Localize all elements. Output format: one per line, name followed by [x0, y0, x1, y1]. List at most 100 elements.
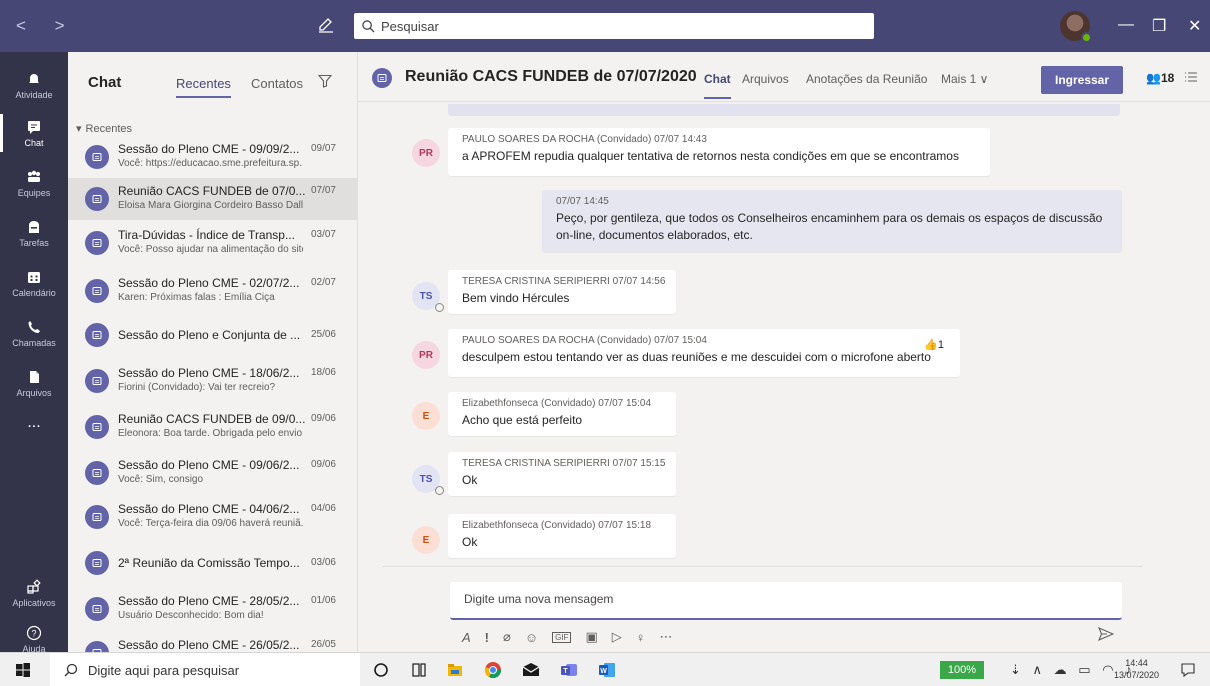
- history-nav[interactable]: < >: [16, 16, 77, 36]
- svg-text:W: W: [600, 668, 607, 675]
- chat-icon: [28, 120, 40, 134]
- meet-now-icon[interactable]: ▷: [612, 629, 622, 645]
- message-meta: TERESA CRISTINA SERIPIERRI 07/07 15:15: [462, 458, 666, 469]
- message-input[interactable]: [464, 592, 1084, 606]
- message[interactable]: PAULO SOARES DA ROCHA (Convidado) 07/07 …: [448, 329, 960, 377]
- appbar-label: Chamadas: [12, 337, 56, 348]
- zoom-indicator[interactable]: 100%: [940, 661, 984, 679]
- message-composer[interactable]: [450, 582, 1122, 620]
- message[interactable]: TERESA CRISTINA SERIPIERRI 07/07 15:15 O…: [448, 452, 676, 496]
- notifications-icon[interactable]: [1180, 662, 1196, 678]
- bell-icon: [29, 73, 39, 84]
- chat-list-item[interactable]: Reunião CACS FUNDEB de 09/0... 09/06 Eleon…: [68, 406, 358, 448]
- avatar[interactable]: TS: [412, 282, 444, 312]
- mail-icon[interactable]: [522, 661, 540, 679]
- maximize-icon[interactable]: ❐: [1152, 16, 1166, 36]
- user-avatar[interactable]: [1060, 11, 1092, 43]
- chat-list-item[interactable]: Sessão do Pleno CME - 28/05/2... 01/06 Usu…: [68, 588, 358, 630]
- chat-list-item[interactable]: Sessão do Pleno CME - 04/06/2... 04/06 Voc…: [68, 496, 358, 538]
- join-button[interactable]: Ingressar: [1041, 66, 1123, 94]
- chat-list-item[interactable]: 2ª Reunião da Comissão Tempo... 03/06: [68, 542, 358, 584]
- appbar-item-more[interactable]: ...: [0, 398, 68, 448]
- avatar[interactable]: PR: [412, 139, 440, 167]
- search-box[interactable]: Pesquisar: [354, 13, 874, 39]
- windows-start-icon[interactable]: [14, 661, 32, 679]
- appbar-item-calendar[interactable]: Calendário: [0, 258, 68, 308]
- chat-item-title: Sessão do Pleno CME - 09/06/2...: [118, 458, 300, 472]
- appbar-item-activity[interactable]: Atividade: [0, 60, 68, 110]
- participants-button[interactable]: 👥18: [1146, 71, 1174, 85]
- gif-icon[interactable]: GIF: [552, 631, 572, 643]
- chevron-up-icon: ∧: [1032, 662, 1047, 677]
- chat-item-date: 26/05: [310, 639, 336, 650]
- avatar[interactable]: E: [412, 526, 440, 554]
- message[interactable]: TERESA CRISTINA SERIPIERRI 07/07 14:56 B…: [448, 270, 676, 314]
- tab-more[interactable]: Mais 1 ∨: [941, 72, 988, 86]
- praise-icon[interactable]: ♀: [636, 630, 646, 645]
- sticker-icon[interactable]: ▣: [585, 629, 597, 645]
- chat-list-item[interactable]: Sessão do Pleno CME - 09/06/2... 09/06 Voc…: [68, 452, 358, 494]
- cortana-icon[interactable]: [372, 661, 390, 679]
- appbar-label: Atividade: [15, 89, 53, 100]
- tab-meeting-notes[interactable]: Anotações da Reunião: [806, 72, 927, 86]
- send-icon[interactable]: [1098, 627, 1114, 641]
- task-view-icon[interactable]: [410, 661, 428, 679]
- teams-icon: [28, 170, 40, 182]
- filter-icon[interactable]: [318, 74, 332, 88]
- chat-list-pane: Chat Recentes Contatos ▾ Recentes Sessão …: [68, 52, 358, 665]
- conversation-title: Reunião CACS FUNDEB de 07/07/2020: [405, 68, 697, 85]
- chat-list-item[interactable]: Sessão do Pleno CME - 02/07/2... 02/07 Kar…: [68, 270, 358, 312]
- chat-item-title: Sessão do Pleno CME - 09/09/2...: [118, 142, 300, 156]
- away-status-icon: [435, 486, 444, 495]
- away-status-icon: [435, 303, 444, 312]
- tab-recent[interactable]: Recentes: [176, 76, 231, 98]
- own-message[interactable]: 07/07 14:45 Peço, por gentileza, que tod…: [542, 190, 1122, 252]
- more-options-icon[interactable]: ⋯: [660, 629, 673, 645]
- appbar-item-tasks[interactable]: Tarefas: [0, 208, 68, 258]
- attach-icon[interactable]: ⌀: [503, 629, 511, 645]
- list-icon[interactable]: [1184, 71, 1198, 83]
- chat-list-item[interactable]: Sessão do Pleno e Conjunta de ... 25/06: [68, 314, 358, 356]
- chrome-icon[interactable]: [484, 661, 502, 679]
- calendar-icon: [28, 271, 40, 283]
- message[interactable]: PAULO SOARES DA ROCHA (Convidado) 07/07 …: [448, 128, 990, 176]
- taskbar-search[interactable]: Digite aqui para pesquisar: [50, 653, 360, 686]
- message[interactable]: Elizabethfonseca (Convidado) 07/07 15:18…: [448, 514, 676, 558]
- avatar[interactable]: PR: [412, 341, 440, 369]
- appbar-label: Calendário: [12, 287, 56, 298]
- close-icon[interactable]: ✕: [1188, 16, 1201, 36]
- tab-chat[interactable]: Chat: [704, 72, 731, 99]
- message-text: Bem vindo Hércules: [462, 291, 570, 305]
- format-icon[interactable]: A: [462, 630, 471, 645]
- teams-taskbar-icon[interactable]: T: [560, 661, 578, 679]
- new-chat-icon[interactable]: [316, 15, 336, 35]
- message-meta: Elizabethfonseca (Convidado) 07/07 15:04: [462, 398, 652, 409]
- avatar[interactable]: TS: [412, 465, 444, 495]
- chat-list-item[interactable]: Reunião CACS FUNDEB de 07/0... 07/07 Elois…: [68, 178, 358, 220]
- chat-list-item[interactable]: Tira-Dúvidas - Índice de Transp... 03/07 V…: [68, 222, 358, 264]
- minimize-icon[interactable]: —: [1118, 16, 1134, 34]
- emoji-icon[interactable]: ☺: [525, 630, 538, 645]
- taskbar-clock[interactable]: 14:44 13/07/2020: [1114, 657, 1159, 681]
- like-reaction[interactable]: 👍1: [924, 338, 944, 351]
- important-icon[interactable]: !: [485, 630, 489, 645]
- section-recent[interactable]: ▾ Recentes: [76, 122, 132, 135]
- chat-list-item[interactable]: Sessão do Pleno CME - 09/09/2... 09/07 Voc…: [68, 136, 358, 178]
- appbar-item-chat[interactable]: Chat: [0, 108, 68, 158]
- message-meta: PAULO SOARES DA ROCHA (Convidado) 07/07 …: [462, 335, 707, 346]
- tab-contacts[interactable]: Contatos: [251, 76, 303, 91]
- appbar-item-calls[interactable]: Chamadas: [0, 308, 68, 358]
- meeting-chat-icon: [85, 551, 109, 575]
- file-explorer-icon[interactable]: [446, 661, 464, 679]
- tab-files[interactable]: Arquivos: [742, 72, 789, 86]
- avatar[interactable]: E: [412, 402, 440, 430]
- message-meta: PAULO SOARES DA ROCHA (Convidado) 07/07 …: [462, 134, 707, 145]
- chat-item-date: 01/06: [310, 595, 336, 606]
- word-icon[interactable]: W: [598, 661, 616, 679]
- appbar-item-apps[interactable]: Aplicativos: [0, 568, 68, 618]
- appbar-item-teams[interactable]: Equipes: [0, 158, 68, 208]
- search-placeholder: Pesquisar: [381, 18, 439, 34]
- chat-list-item[interactable]: Sessão do Pleno CME - 18/06/2... 18/06 Fio…: [68, 360, 358, 402]
- chat-item-date: 09/07: [310, 143, 336, 154]
- message[interactable]: Elizabethfonseca (Convidado) 07/07 15:04…: [448, 392, 676, 436]
